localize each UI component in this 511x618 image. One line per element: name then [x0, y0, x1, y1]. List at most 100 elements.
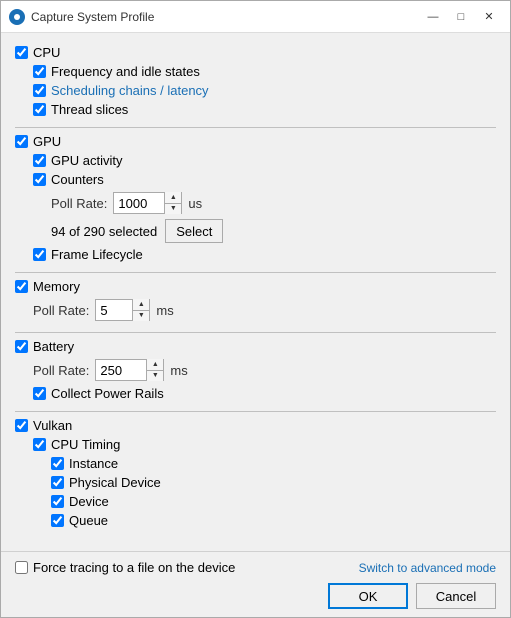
gpu-label[interactable]: GPU — [33, 134, 61, 149]
divider-gpu-memory — [15, 272, 496, 273]
cpu-timing-items: Instance Physical Device Device Queue — [33, 454, 496, 530]
battery-poll-down-button[interactable]: ▼ — [147, 371, 163, 382]
vulkan-section: Vulkan CPU Timing Instance Physical Devi… — [15, 416, 496, 534]
battery-poll-input[interactable]: 250 — [96, 360, 146, 380]
instance-row: Instance — [51, 454, 496, 473]
cpu-timing-checkbox[interactable] — [33, 438, 46, 451]
memory-poll-row: Poll Rate: 5 ▲ ▼ ms — [33, 296, 496, 324]
battery-poll-up-button[interactable]: ▲ — [147, 359, 163, 371]
gpu-poll-unit: us — [188, 196, 202, 211]
frame-lifecycle-row: Frame Lifecycle — [33, 245, 496, 264]
collect-power-rails-row: Collect Power Rails — [33, 384, 496, 403]
memory-poll-input[interactable]: 5 — [96, 300, 132, 320]
cpu-section: CPU Frequency and idle states Scheduling… — [15, 43, 496, 123]
window-title: Capture System Profile — [31, 10, 420, 24]
capture-system-profile-window: Capture System Profile — □ ✕ CPU Frequen… — [0, 0, 511, 618]
battery-poll-spinbox: 250 ▲ ▼ — [95, 359, 164, 381]
gpu-section: GPU GPU activity Counters Poll Rate: 100… — [15, 132, 496, 268]
gpu-poll-spinbox-btns: ▲ ▼ — [164, 192, 181, 214]
gpu-activity-row: GPU activity — [33, 151, 496, 170]
battery-header: Battery — [15, 337, 496, 356]
gpu-poll-row: Poll Rate: 1000 ▲ ▼ us — [33, 189, 496, 217]
battery-poll-label: Poll Rate: — [33, 363, 89, 378]
cancel-button[interactable]: Cancel — [416, 583, 496, 609]
force-tracing-row: Force tracing to a file on the device — [15, 560, 359, 575]
footer: Force tracing to a file on the device Sw… — [1, 551, 510, 617]
footer-buttons: OK Cancel — [15, 583, 496, 609]
vulkan-items: CPU Timing Instance Physical Device Devi… — [15, 435, 496, 534]
battery-items: Poll Rate: 250 ▲ ▼ ms Collect Power Rail… — [15, 356, 496, 407]
vulkan-label[interactable]: Vulkan — [33, 418, 72, 433]
memory-checkbox[interactable] — [15, 280, 28, 293]
ok-button[interactable]: OK — [328, 583, 408, 609]
divider-cpu-gpu — [15, 127, 496, 128]
frame-lifecycle-checkbox[interactable] — [33, 248, 46, 261]
gpu-select-info: 94 of 290 selected Select — [33, 217, 496, 245]
vk-device-label[interactable]: Device — [69, 494, 109, 509]
memory-poll-spinbox-btns: ▲ ▼ — [132, 299, 149, 321]
window-icon — [9, 9, 25, 25]
gpu-poll-input[interactable]: 1000 — [114, 193, 164, 213]
memory-header: Memory — [15, 277, 496, 296]
title-bar: Capture System Profile — □ ✕ — [1, 1, 510, 33]
physical-device-checkbox[interactable] — [51, 476, 64, 489]
divider-memory-battery — [15, 332, 496, 333]
memory-items: Poll Rate: 5 ▲ ▼ ms — [15, 296, 496, 328]
queue-label[interactable]: Queue — [69, 513, 108, 528]
content-area: CPU Frequency and idle states Scheduling… — [1, 33, 510, 551]
maximize-button[interactable]: □ — [448, 7, 474, 27]
vk-device-checkbox[interactable] — [51, 495, 64, 508]
physical-device-row: Physical Device — [51, 473, 496, 492]
gpu-poll-spinbox: 1000 ▲ ▼ — [113, 192, 182, 214]
cpu-timing-label[interactable]: CPU Timing — [51, 437, 120, 452]
close-button[interactable]: ✕ — [476, 7, 502, 27]
vulkan-header: Vulkan — [15, 416, 496, 435]
gpu-poll-down-button[interactable]: ▼ — [165, 204, 181, 215]
physical-device-label[interactable]: Physical Device — [69, 475, 161, 490]
collect-power-rails-checkbox[interactable] — [33, 387, 46, 400]
cpu-header: CPU — [15, 43, 496, 62]
battery-poll-spinbox-btns: ▲ ▼ — [146, 359, 163, 381]
memory-poll-spinbox: 5 ▲ ▼ — [95, 299, 150, 321]
memory-poll-up-button[interactable]: ▲ — [133, 299, 149, 311]
cpu-items: Frequency and idle states Scheduling cha… — [15, 62, 496, 123]
freq-idle-row: Frequency and idle states — [33, 62, 496, 81]
gpu-activity-label[interactable]: GPU activity — [51, 153, 123, 168]
gpu-checkbox[interactable] — [15, 135, 28, 148]
gpu-poll-up-button[interactable]: ▲ — [165, 192, 181, 204]
vulkan-checkbox[interactable] — [15, 419, 28, 432]
cpu-checkbox[interactable] — [15, 46, 28, 59]
counters-checkbox[interactable] — [33, 173, 46, 186]
instance-checkbox[interactable] — [51, 457, 64, 470]
collect-power-rails-label[interactable]: Collect Power Rails — [51, 386, 164, 401]
force-tracing-label[interactable]: Force tracing to a file on the device — [33, 560, 235, 575]
queue-checkbox[interactable] — [51, 514, 64, 527]
frame-lifecycle-label[interactable]: Frame Lifecycle — [51, 247, 143, 262]
memory-poll-down-button[interactable]: ▼ — [133, 311, 149, 322]
gpu-select-count: 94 of 290 selected — [51, 224, 157, 239]
thread-slices-label[interactable]: Thread slices — [51, 102, 128, 117]
freq-idle-checkbox[interactable] — [33, 65, 46, 78]
force-tracing-checkbox[interactable] — [15, 561, 28, 574]
battery-label[interactable]: Battery — [33, 339, 74, 354]
thread-slices-checkbox[interactable] — [33, 103, 46, 116]
minimize-button[interactable]: — — [420, 7, 446, 27]
queue-row: Queue — [51, 511, 496, 530]
battery-checkbox[interactable] — [15, 340, 28, 353]
cpu-label[interactable]: CPU — [33, 45, 60, 60]
gpu-select-button[interactable]: Select — [165, 219, 223, 243]
cpu-timing-row: CPU Timing — [33, 435, 496, 454]
memory-poll-label: Poll Rate: — [33, 303, 89, 318]
gpu-items: GPU activity Counters Poll Rate: 1000 ▲ … — [15, 151, 496, 268]
instance-label[interactable]: Instance — [69, 456, 118, 471]
gpu-activity-checkbox[interactable] — [33, 154, 46, 167]
battery-poll-row: Poll Rate: 250 ▲ ▼ ms — [33, 356, 496, 384]
divider-battery-vulkan — [15, 411, 496, 412]
sched-chains-label[interactable]: Scheduling chains / latency — [51, 83, 209, 98]
sched-chains-checkbox[interactable] — [33, 84, 46, 97]
footer-top: Force tracing to a file on the device Sw… — [15, 560, 496, 575]
memory-label[interactable]: Memory — [33, 279, 80, 294]
freq-idle-label[interactable]: Frequency and idle states — [51, 64, 200, 79]
advanced-mode-link[interactable]: Switch to advanced mode — [359, 561, 496, 575]
counters-label[interactable]: Counters — [51, 172, 104, 187]
